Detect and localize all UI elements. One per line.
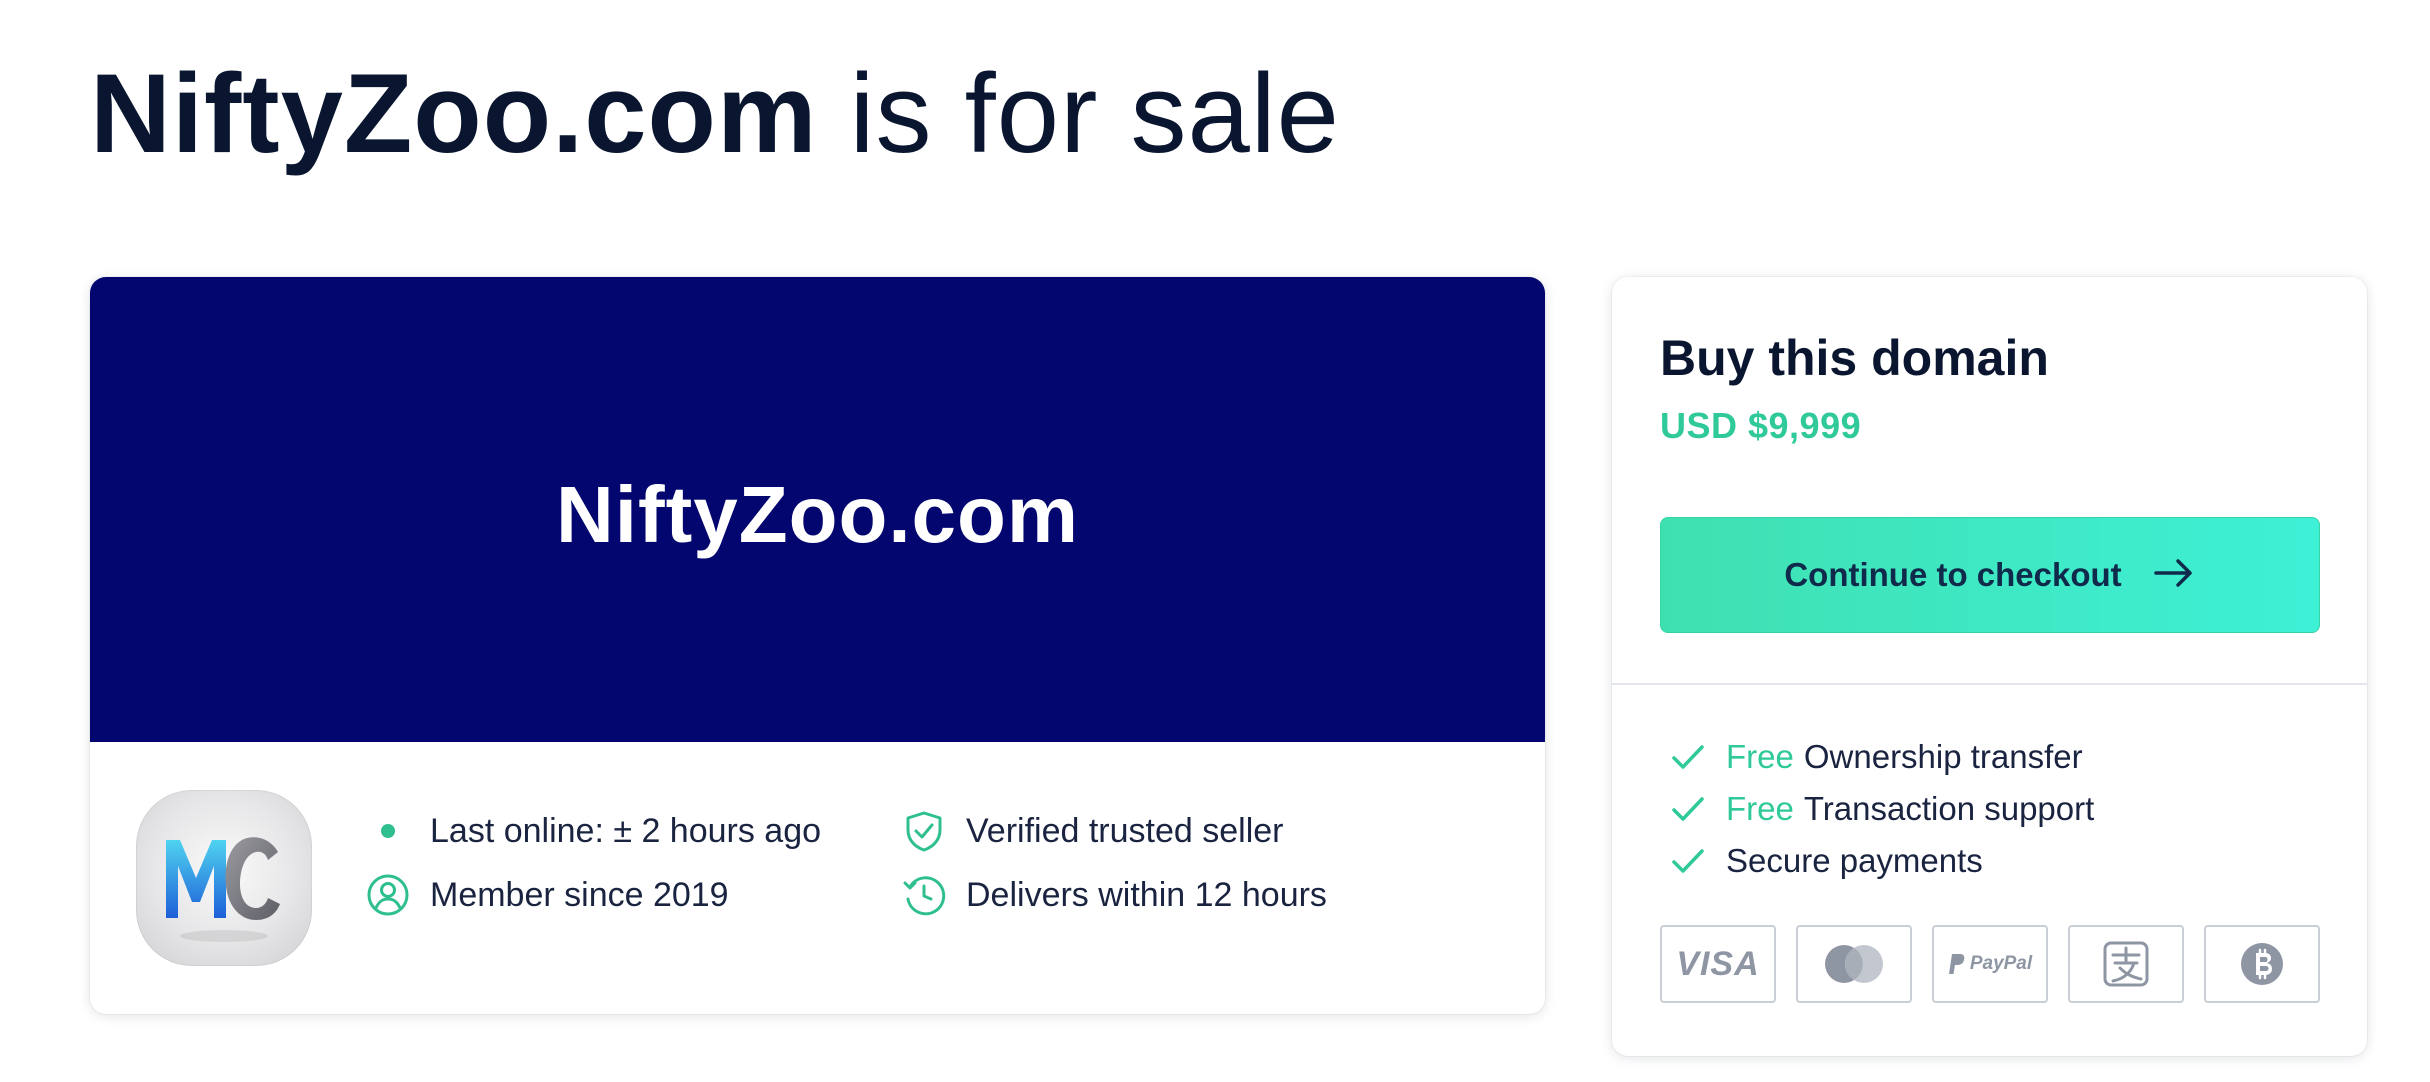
delivery-time-text: Delivers within 12 hours [966,875,1327,914]
checkout-button[interactable]: Continue to checkout [1660,517,2320,633]
delivery-time: Delivers within 12 hours [902,873,1327,917]
feature-ownership-transfer: Free Ownership transfer [1668,737,2083,777]
alipay-icon [2068,925,2184,1003]
user-circle-icon [366,873,410,917]
divider [1612,683,2367,685]
check-icon [1672,797,1704,821]
member-since: Member since 2019 [366,873,729,917]
feature-label: Ownership transfer [1803,738,2083,775]
arrow-right-icon [2152,551,2196,600]
page-title: NiftyZoo.com is for sale [90,44,1340,184]
visa-logo: VISA [1660,925,1776,1003]
member-since-text: Member since 2019 [430,875,729,914]
seller-avatar[interactable] [136,790,312,966]
seller-avatar-logo [166,837,280,942]
buy-title: Buy this domain [1660,330,2049,386]
domain-card: NiftyZoo.com Last online: ± 2 hours ago … [90,277,1545,1014]
payment-methods: VISA PayPal [1660,925,2320,1005]
feature-label: Transaction support [1803,790,2095,827]
feature-label: Secure payments [1726,842,1983,879]
bitcoin-icon [2204,925,2320,1003]
headline-rest: is for sale [849,51,1340,176]
checkout-label: Continue to checkout [1784,556,2122,593]
mastercard-icon [1796,925,1912,1003]
feature-free-label: Free [1726,738,1794,775]
visa-label: VISA [1676,944,1760,983]
last-online: Last online: ± 2 hours ago [366,809,821,853]
verified-seller-text: Verified trusted seller [966,811,1284,850]
last-online-text: Last online: ± 2 hours ago [430,811,822,850]
banner-domain: NiftyZoo.com [555,469,1080,559]
price: USD $9,999 [1660,405,1862,446]
check-icon [1672,849,1704,873]
paypal-label: PayPal [1969,953,2033,974]
feature-free-label: Free [1726,790,1794,827]
feature-transaction-support: Free Transaction support [1668,789,2094,829]
paypal-logo: PayPal [1932,925,2048,1003]
headline-domain: NiftyZoo.com [90,51,818,176]
clock-history-icon [902,873,946,917]
dot-icon [366,809,410,853]
domain-sale-page: NiftyZoo.com is for sale NiftyZoo.com La… [0,0,2430,1082]
feature-secure-payments: Secure payments [1668,841,1983,881]
check-icon [1672,745,1704,769]
buy-card: Buy this domain USD $9,999 Continue to c… [1612,277,2367,1056]
seller-info: Last online: ± 2 hours ago Member since … [90,742,1545,1014]
shield-check-icon [902,809,946,853]
verified-seller: Verified trusted seller [902,809,1284,853]
domain-banner: NiftyZoo.com [90,277,1545,742]
